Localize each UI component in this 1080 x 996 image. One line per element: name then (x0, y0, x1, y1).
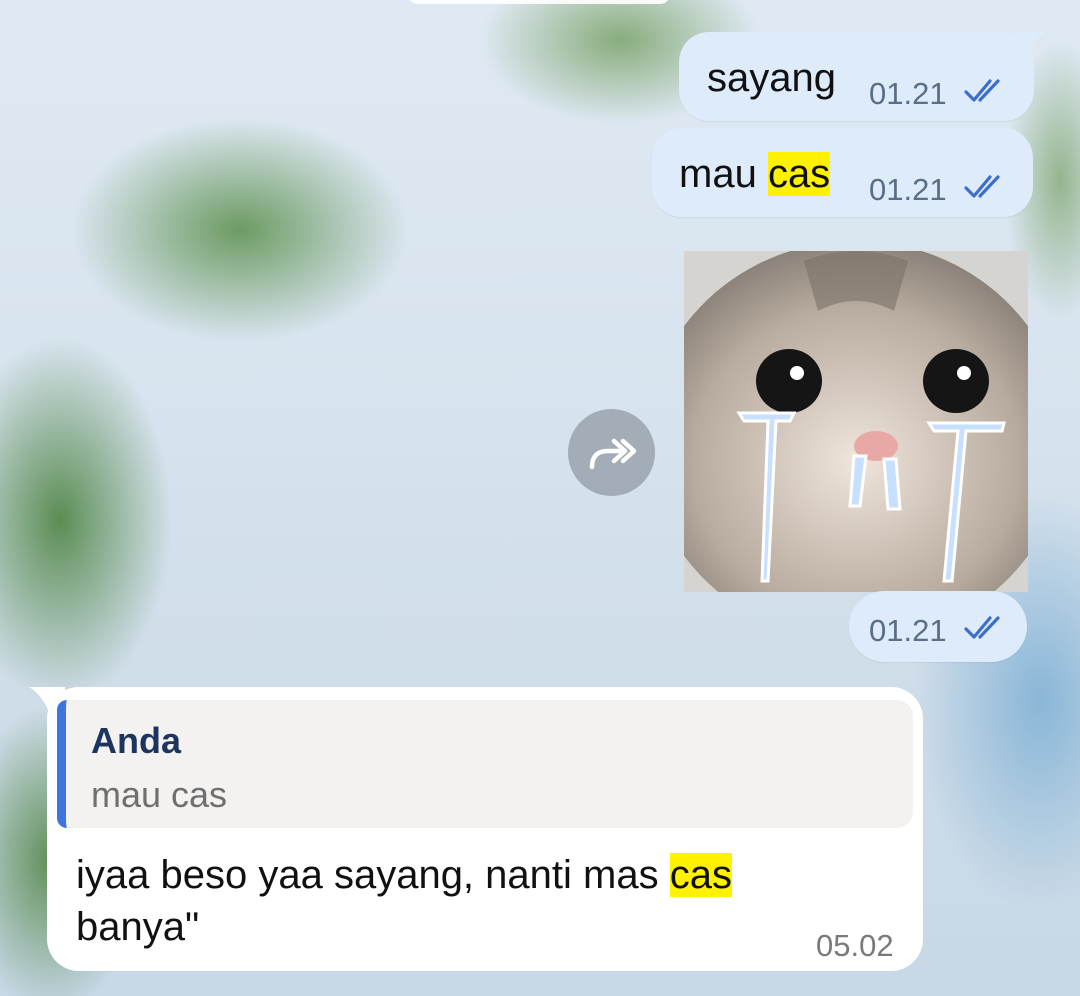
message-time: 05.02 (816, 928, 894, 963)
message-text: mau cas (679, 152, 831, 197)
search-highlight: cas (669, 853, 732, 897)
search-highlight: cas (767, 152, 831, 196)
message-text: iyaa beso yaa sayang, nanti mas cas (76, 853, 732, 898)
forward-button[interactable] (568, 409, 655, 496)
message-text: sayang (707, 56, 836, 100)
message-text-part: mau (679, 152, 768, 196)
double-check-icon (964, 175, 1000, 198)
message-time: 01.21 (869, 172, 947, 207)
reply-author: Anda (91, 720, 181, 761)
message-text-line2: banya" (76, 905, 200, 949)
reply-quote[interactable]: Anda mau cas (57, 700, 913, 828)
bubble-tail (1016, 32, 1046, 56)
message-time: 01.21 (869, 613, 947, 648)
top-card-edge (408, 0, 670, 4)
forward-arrow-icon (589, 438, 637, 470)
message-text-part: iyaa beso yaa sayang, nanti mas (76, 853, 670, 897)
photo-message[interactable] (684, 251, 1028, 592)
double-check-icon (964, 79, 1000, 102)
message-time: 01.21 (869, 76, 947, 111)
reply-text: mau cas (91, 774, 228, 815)
crying-cat-image (684, 251, 1028, 592)
double-check-icon (964, 616, 1000, 639)
